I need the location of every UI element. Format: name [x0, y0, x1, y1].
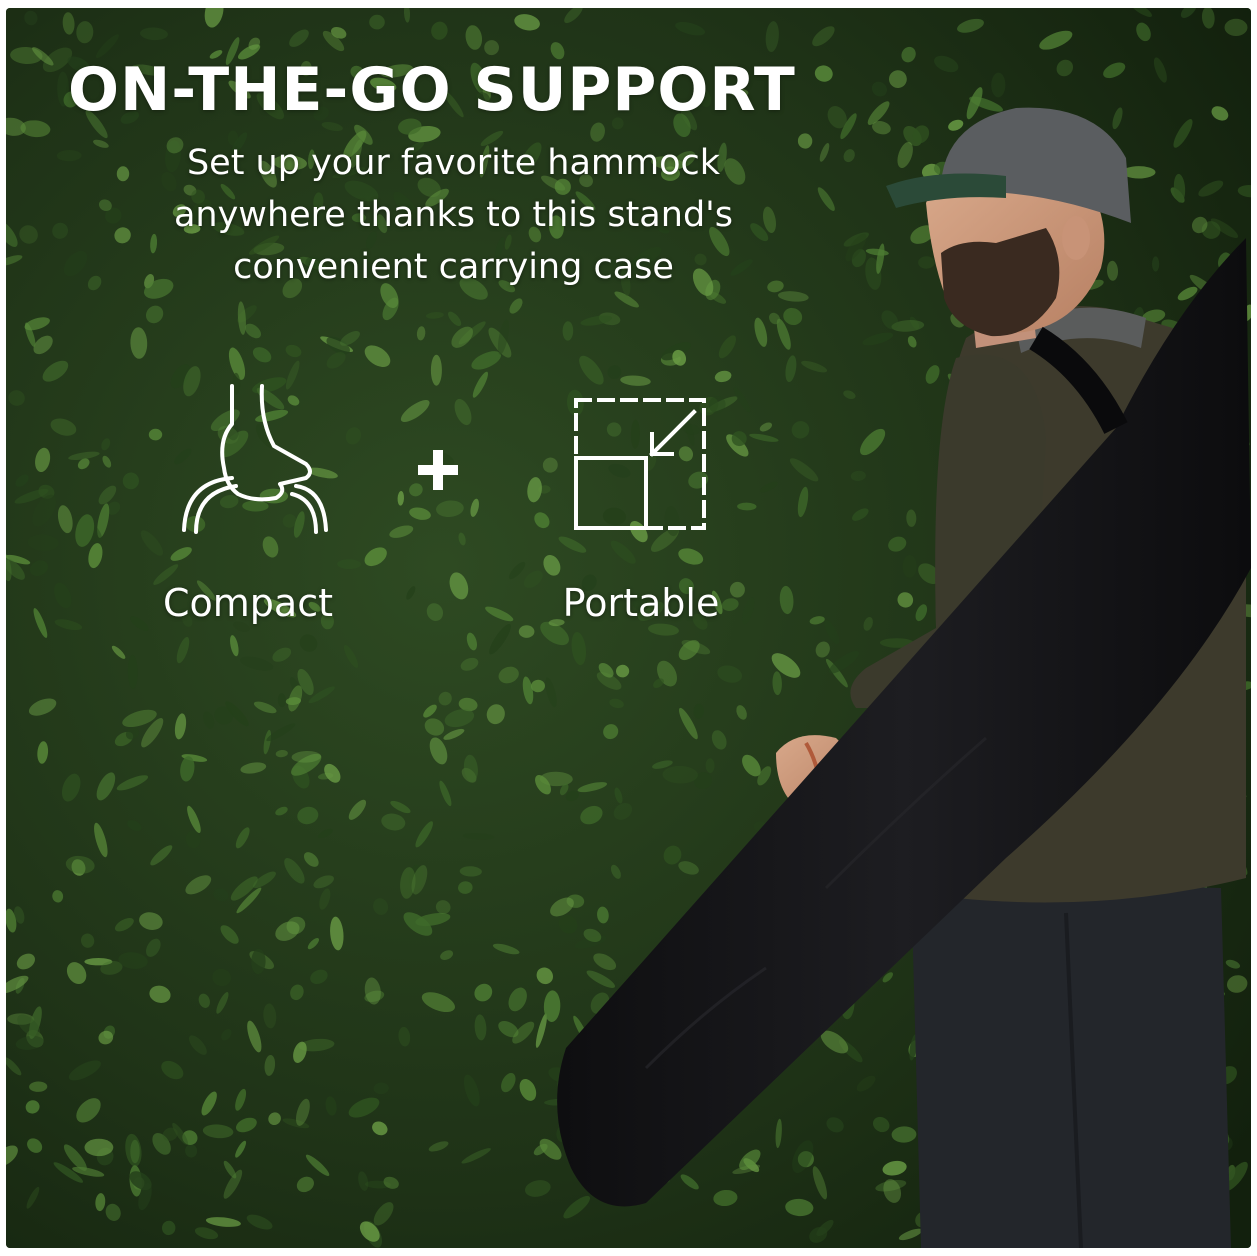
feature-portable-label: Portable [562, 581, 720, 625]
hand-grip-icon [182, 384, 328, 534]
headline: ON-THE-GO SUPPORT [68, 55, 796, 125]
resize-box-icon [574, 398, 706, 530]
feature-compact-label: Compact [163, 581, 333, 625]
plus-icon [418, 450, 458, 490]
hedge-background-photo [6, 8, 1251, 1248]
feature-compact [126, 380, 366, 540]
description-line-3: convenient carrying case [233, 247, 674, 287]
feature-portable [521, 388, 761, 538]
description-line-2: anywhere thanks to this stand's [173, 195, 734, 235]
product-banner: ON-THE-GO SUPPORT Set up your favorite h… [6, 8, 1251, 1248]
description-line-1: Set up your favorite hammock [186, 143, 721, 183]
